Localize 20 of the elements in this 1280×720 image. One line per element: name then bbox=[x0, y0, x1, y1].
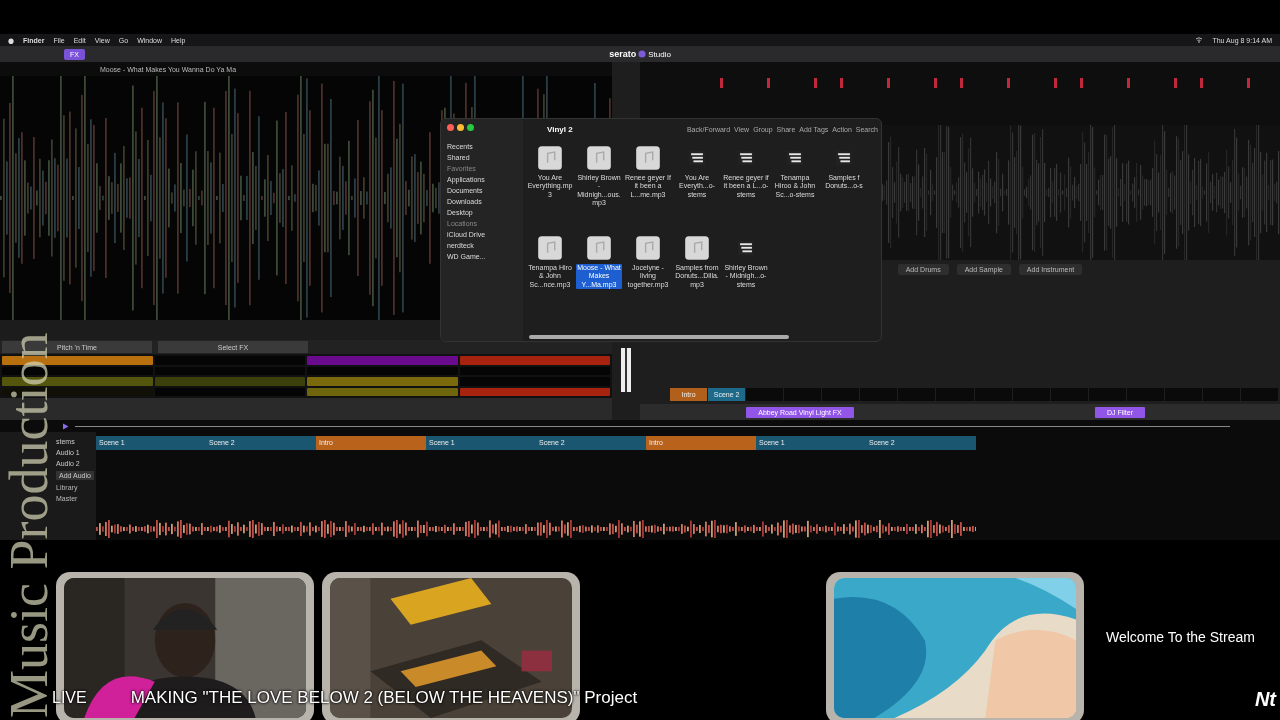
pad[interactable] bbox=[307, 387, 458, 396]
logo-mark-icon bbox=[638, 50, 647, 58]
app-logo: serato bbox=[609, 49, 637, 59]
audio-file-icon bbox=[586, 145, 612, 171]
audio-file-icon bbox=[684, 235, 710, 261]
audio-file-icon bbox=[537, 235, 563, 261]
channel-logo: Nt bbox=[1254, 688, 1276, 711]
audio-file-icon bbox=[635, 145, 661, 171]
app-logo-suffix: Studio bbox=[648, 49, 671, 59]
scrollbar-thumb[interactable] bbox=[529, 335, 789, 339]
window-title: Vinyl 2 bbox=[547, 124, 573, 134]
scene-slot[interactable] bbox=[746, 388, 784, 401]
play-icon bbox=[62, 422, 69, 430]
audio-file-icon bbox=[635, 235, 661, 261]
wifi-icon bbox=[1195, 37, 1204, 43]
level-meter bbox=[621, 348, 631, 392]
apple-icon bbox=[8, 36, 14, 44]
audio-file-icon bbox=[537, 145, 563, 171]
audio-file-icon bbox=[586, 235, 612, 261]
welcome-text: Welcome To the Stream bbox=[1106, 629, 1255, 645]
